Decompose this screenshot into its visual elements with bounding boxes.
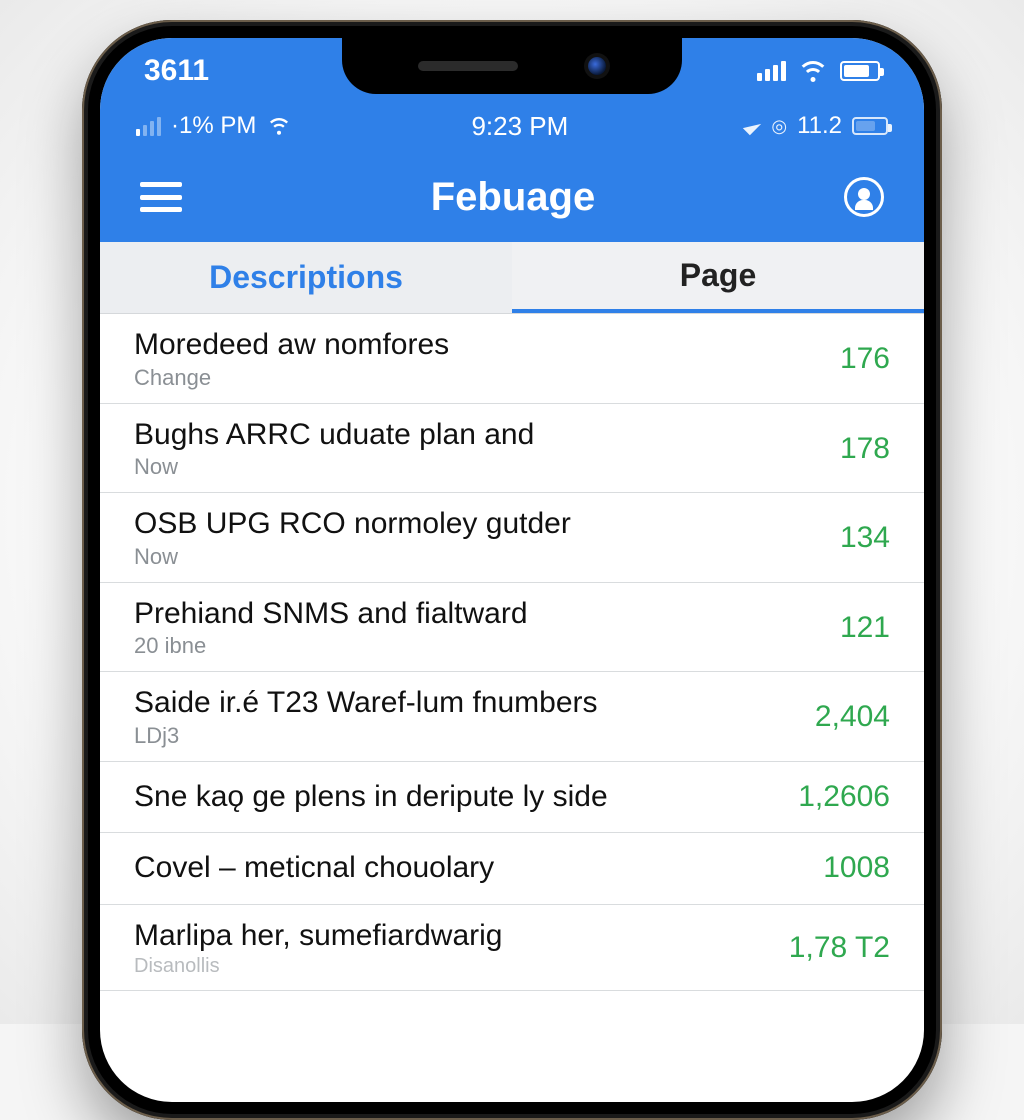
speaker xyxy=(418,61,518,71)
list-item-page: 1,2606 xyxy=(798,780,890,814)
phone-frame: 3611 ·1% PM 9:23 PM ◎ 11.2 xyxy=(82,20,942,1120)
list-item-title: OSB UPG RCO normoley gutder xyxy=(134,507,828,542)
list-item-title: Sne kaǫ ge plens in deripute ly side xyxy=(134,780,786,815)
notch xyxy=(342,38,682,94)
cellular-icon xyxy=(757,61,786,81)
list-item-page: 1008 xyxy=(823,851,890,885)
status-bar-secondary: ·1% PM 9:23 PM ◎ 11.2 xyxy=(100,100,924,152)
list-item-title: Marlipa her, sumefiardwarig xyxy=(134,919,777,954)
profile-button[interactable] xyxy=(844,177,884,217)
list-item[interactable]: Sne kaǫ ge plens in deripute ly side 1,2… xyxy=(100,762,924,834)
list-item-subtitle: 20 ibne xyxy=(134,633,828,659)
list-item-title: Covel – meticnal chouolary xyxy=(134,851,811,886)
tab-bar: Descriptions Page xyxy=(100,242,924,314)
list-item-subtitle: Now xyxy=(134,544,828,570)
list-item-title: Moredeed aw nomfores xyxy=(134,328,828,363)
tab-page[interactable]: Page xyxy=(512,242,924,313)
list-item-page: 178 xyxy=(840,432,890,466)
battery-icon xyxy=(840,61,880,81)
list-item-page: 1,78 T2 xyxy=(789,931,890,965)
status2-time: 9:23 PM xyxy=(471,111,568,142)
list-item-page: 121 xyxy=(840,611,890,645)
status-left-label: 3611 xyxy=(144,54,209,88)
menu-button[interactable] xyxy=(140,182,182,212)
tab-label: Page xyxy=(680,257,756,294)
list-item-subtitle: Disanollis xyxy=(134,955,777,978)
list-item-title: Bughs ARRC uduate plan and xyxy=(134,418,828,453)
status2-right-text: 11.2 xyxy=(797,112,842,140)
status2-right: ◎ 11.2 xyxy=(747,112,888,140)
app-header: Febuage xyxy=(100,152,924,242)
list[interactable]: Moredeed aw nomfores Change 176 Bughs AR… xyxy=(100,314,924,991)
list-item-page: 176 xyxy=(840,342,890,376)
front-camera xyxy=(588,57,606,75)
list-item-subtitle: Now xyxy=(134,454,828,480)
list-item-page: 2,404 xyxy=(815,700,890,734)
list-item[interactable]: Covel – meticnal chouolary 1008 xyxy=(100,833,924,905)
tab-label: Descriptions xyxy=(209,259,403,296)
list-item[interactable]: Moredeed aw nomfores Change 176 xyxy=(100,314,924,404)
page-title: Febuage xyxy=(431,175,595,220)
list-item-subtitle: LDj3 xyxy=(134,723,803,749)
list-item[interactable]: Marlipa her, sumefiardwarig Disanollis 1… xyxy=(100,905,924,992)
list-item[interactable]: OSB UPG RCO normoley gutder Now 134 xyxy=(100,493,924,583)
list-item[interactable]: Bughs ARRC uduate plan and Now 178 xyxy=(100,404,924,494)
location-icon xyxy=(743,117,761,135)
screen: 3611 ·1% PM 9:23 PM ◎ 11.2 xyxy=(100,38,924,1102)
status2-percent: ·1% PM xyxy=(171,112,256,140)
wifi-icon xyxy=(269,118,290,134)
list-item-title: Saide ir.é T23 Waref-lum fnumbers xyxy=(134,686,803,721)
list-item-subtitle: Change xyxy=(134,365,828,391)
status-right-icons xyxy=(757,61,880,81)
battery-icon xyxy=(852,117,888,135)
cellular-icon xyxy=(136,117,161,136)
list-item-page: 134 xyxy=(840,521,890,555)
tab-descriptions[interactable]: Descriptions xyxy=(100,242,512,313)
list-item[interactable]: Saide ir.é T23 Waref-lum fnumbers LDj3 2… xyxy=(100,672,924,762)
wifi-icon xyxy=(800,61,826,81)
list-item-title: Prehiand SNMS and fialtward xyxy=(134,597,828,632)
status2-left: ·1% PM xyxy=(136,112,292,140)
list-item[interactable]: Prehiand SNMS and fialtward 20 ibne 121 xyxy=(100,583,924,673)
carrier-indicator: ◎ xyxy=(771,116,787,137)
